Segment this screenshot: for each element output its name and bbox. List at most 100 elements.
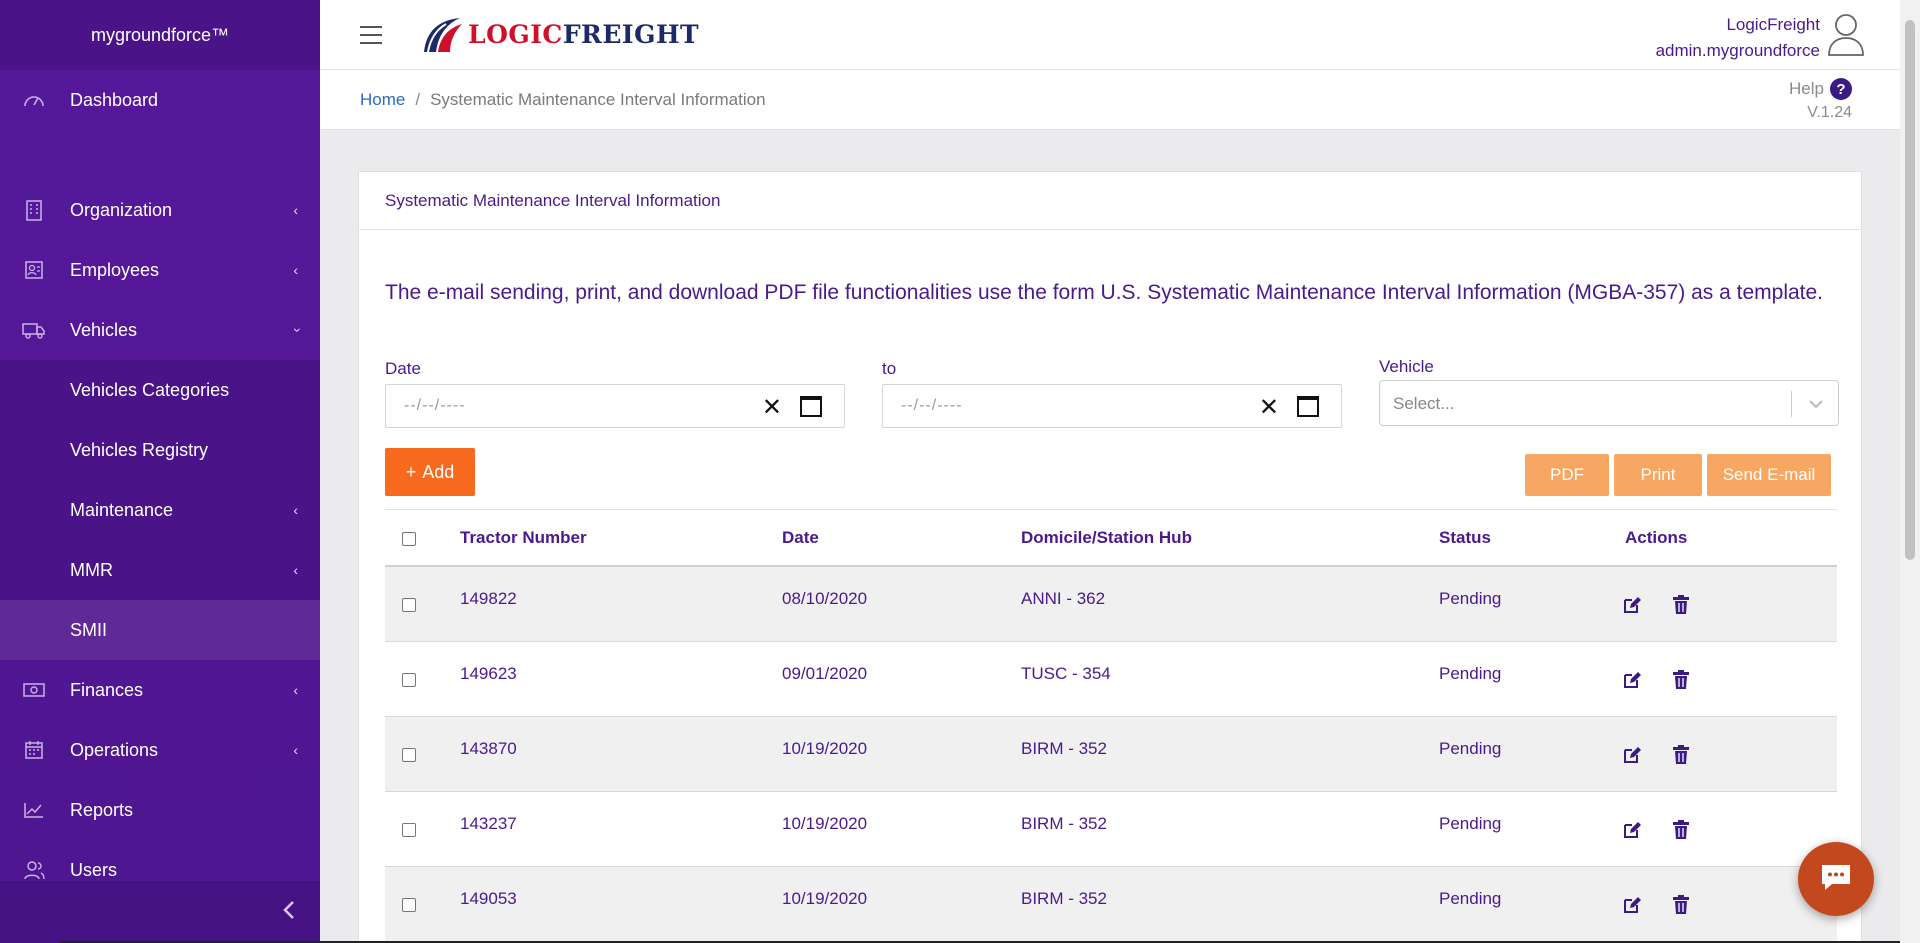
row-checkbox[interactable] — [402, 898, 416, 912]
clear-icon[interactable]: ✕ — [1259, 393, 1279, 422]
edit-icon[interactable] — [1622, 895, 1642, 915]
edit-icon[interactable] — [1622, 745, 1642, 765]
smii-table: Tractor Number Date Domicile/Station Hub… — [385, 509, 1837, 942]
user-avatar-icon[interactable] — [1826, 12, 1866, 56]
tractor-number[interactable]: 149623 — [460, 664, 517, 684]
logo-text-logic: LOGIC — [468, 19, 563, 49]
table-header: Tractor Number Date Domicile/Station Hub… — [385, 509, 1837, 567]
column-header-hub[interactable]: Domicile/Station Hub — [1021, 528, 1192, 548]
users-icon — [22, 858, 46, 882]
help-label: Help — [1789, 79, 1824, 98]
table-row: 149822 08/10/2020 ANNI - 362 Pending — [385, 567, 1837, 642]
row-status: Pending — [1439, 739, 1502, 758]
row-checkbox[interactable] — [402, 748, 416, 762]
chevron-left-icon: ‹ — [293, 202, 298, 218]
user-info[interactable]: LogicFreight admin.mygroundforce — [1656, 12, 1820, 64]
trash-icon[interactable] — [1672, 745, 1692, 765]
print-button[interactable]: Print — [1614, 454, 1702, 496]
breadcrumb-bar: Home / Systematic Maintenance Interval Inf… — [320, 70, 1900, 130]
row-checkbox[interactable] — [402, 673, 416, 687]
sidebar-item-reports[interactable]: Reports — [0, 780, 320, 840]
trash-icon[interactable] — [1672, 895, 1692, 915]
chat-icon — [1818, 861, 1854, 898]
row-checkbox[interactable] — [402, 598, 416, 612]
calendar-icon — [22, 738, 46, 762]
sidebar-item-label: Organization — [70, 199, 173, 220]
tractor-number[interactable]: 149053 — [460, 889, 517, 909]
menu-toggle-icon[interactable] — [360, 26, 382, 44]
date-from-input[interactable]: --/--/---- ✕ — [385, 384, 845, 428]
chevron-left-icon: ‹ — [293, 262, 298, 278]
page-scrollbar[interactable] — [1900, 0, 1920, 943]
sidebar-collapse-button[interactable] — [0, 881, 320, 943]
vehicle-label: Vehicle — [1379, 357, 1434, 376]
add-button[interactable]: + Add — [385, 448, 475, 496]
money-icon — [22, 678, 46, 702]
chevron-left-icon — [282, 900, 296, 925]
chat-button[interactable] — [1798, 842, 1874, 916]
sidebar-item-maintenance[interactable]: Maintenance ‹ — [0, 480, 320, 540]
sidebar-item-smii[interactable]: SMII — [0, 600, 320, 660]
sidebar-item-finances[interactable]: Finances ‹ — [0, 660, 320, 720]
edit-icon[interactable] — [1622, 670, 1642, 690]
row-date: 10/19/2020 — [782, 814, 868, 833]
scrollbar-thumb[interactable] — [1905, 20, 1915, 560]
trash-icon[interactable] — [1672, 670, 1692, 690]
table-row: 143237 10/19/2020 BIRM - 352 Pending — [385, 792, 1837, 867]
breadcrumb-home-link[interactable]: Home — [360, 90, 405, 109]
row-status: Pending — [1439, 889, 1502, 908]
chevron-left-icon: ‹ — [293, 742, 298, 758]
sidebar-item-employees[interactable]: Employees ‹ — [0, 240, 320, 300]
chevron-left-icon: ‹ — [293, 562, 298, 578]
tractor-number[interactable]: 149822 — [460, 589, 517, 609]
column-header-date[interactable]: Date — [782, 528, 819, 548]
sidebar-item-label: Maintenance — [70, 499, 174, 520]
pdf-button[interactable]: PDF — [1525, 454, 1609, 496]
select-all-checkbox[interactable] — [402, 532, 416, 546]
sidebar-item-label: Users — [70, 859, 118, 880]
trash-icon[interactable] — [1672, 820, 1692, 840]
tractor-number[interactable]: 143237 — [460, 814, 517, 834]
question-icon: ? — [1830, 78, 1852, 100]
column-header-tractor[interactable]: Tractor Number — [460, 528, 587, 548]
row-hub: TUSC - 354 — [1021, 664, 1111, 683]
template-notice: The e-mail sending, print, and download … — [385, 281, 1824, 304]
sidebar-item-vehicles[interactable]: Vehicles ‹ — [0, 300, 320, 360]
sidebar-item-label: Vehicles Categories — [70, 379, 230, 400]
username: admin.mygroundforce — [1655, 41, 1820, 60]
edit-icon[interactable] — [1622, 820, 1642, 840]
row-status: Pending — [1439, 814, 1502, 833]
date-to-input[interactable]: --/--/---- ✕ — [882, 384, 1342, 428]
clear-icon[interactable]: ✕ — [762, 393, 782, 422]
calendar-icon[interactable] — [1297, 396, 1319, 417]
sidebar-item-vehicles-registry[interactable]: Vehicles Registry — [0, 420, 320, 480]
row-hub: BIRM - 352 — [1021, 889, 1107, 908]
gauge-icon — [22, 88, 46, 112]
row-date: 08/10/2020 — [782, 589, 868, 608]
chevron-left-icon: ‹ — [293, 682, 298, 698]
row-hub: BIRM - 352 — [1021, 814, 1107, 833]
sidebar-item-mmr[interactable]: MMR ‹ — [0, 540, 320, 600]
date-label: Date — [385, 359, 421, 378]
edit-icon[interactable] — [1622, 595, 1642, 615]
column-header-actions: Actions — [1625, 528, 1688, 547]
sidebar-item-label: Reports — [70, 799, 134, 820]
row-date: 10/19/2020 — [782, 739, 868, 758]
tractor-number[interactable]: 143870 — [460, 739, 517, 759]
send-email-button[interactable]: Send E-mail — [1707, 454, 1831, 496]
sidebar-item-organization[interactable]: Organization ‹ — [0, 180, 320, 240]
column-header-status[interactable]: Status — [1439, 528, 1491, 548]
sidebar-item-operations[interactable]: Operations ‹ — [0, 720, 320, 780]
row-status: Pending — [1439, 589, 1502, 608]
row-checkbox[interactable] — [402, 823, 416, 837]
sidebar-item-dashboard[interactable]: Dashboard — [0, 70, 320, 130]
calendar-icon[interactable] — [800, 396, 822, 417]
sidebar-item-label: Operations — [70, 739, 159, 760]
vehicle-select[interactable]: Select... — [1379, 380, 1839, 426]
help-link[interactable]: Help ? — [1789, 78, 1852, 100]
sidebar-item-vehicles-categories[interactable]: Vehicles Categories — [0, 360, 320, 420]
table-row: 143870 10/19/2020 BIRM - 352 Pending — [385, 717, 1837, 792]
trash-icon[interactable] — [1672, 595, 1692, 615]
breadcrumb-separator: / — [415, 90, 421, 109]
sidebar-item-label: Finances — [70, 679, 144, 700]
